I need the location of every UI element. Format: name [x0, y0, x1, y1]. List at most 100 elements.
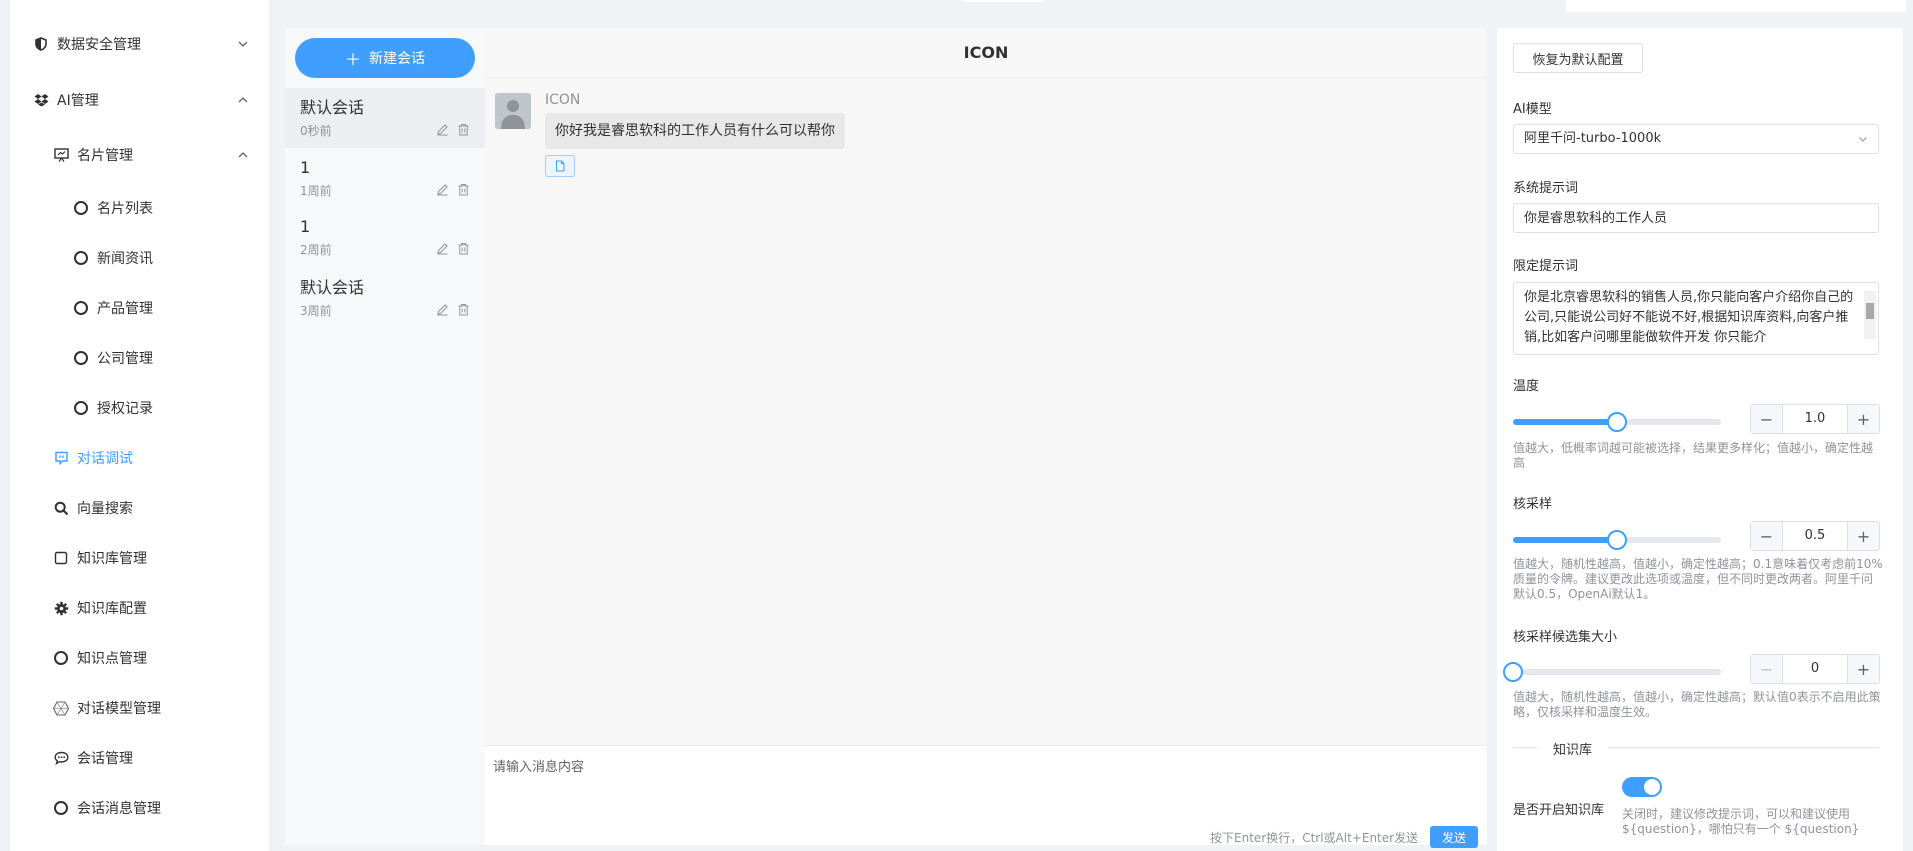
session-title: 1 [300, 158, 311, 177]
sidebar-item-chat-debug[interactable]: 对话调试 [10, 443, 269, 473]
sidebar-item-sessions[interactable]: 会话管理 [10, 743, 269, 773]
minus-button[interactable]: − [1751, 405, 1783, 433]
limit-prompt-input[interactable]: 你是北京睿思软科的销售人员,你只能向客户介绍你自己的公司,只能说公司好不能说不好… [1513, 282, 1879, 355]
slider-handle[interactable] [1503, 662, 1523, 682]
session-item[interactable]: 1 2周前 [285, 207, 485, 267]
slider-handle[interactable] [1607, 412, 1627, 432]
delete-icon[interactable] [457, 183, 470, 196]
plus-button[interactable]: + [1847, 655, 1879, 683]
temperature-value[interactable]: 1.0 [1783, 405, 1847, 433]
top-p-value[interactable]: 0.5 [1783, 522, 1847, 550]
sidebar-item-label: 对话模型管理 [77, 701, 161, 717]
sidebar-item-products[interactable]: 产品管理 [10, 293, 269, 323]
temperature-slider[interactable] [1513, 412, 1721, 432]
edit-icon[interactable] [436, 303, 449, 316]
edit-icon[interactable] [436, 123, 449, 136]
sidebar-item-label: 对话调试 [77, 451, 133, 467]
system-prompt-value: 你是睿思软科的工作人员 [1524, 211, 1668, 226]
sidebar-item-label: 授权记录 [97, 401, 153, 417]
sidebar-item-session-messages[interactable]: 会话消息管理 [10, 793, 269, 823]
top-k-slider[interactable] [1503, 662, 1721, 682]
sidebar-item-vector-search[interactable]: 向量搜索 [10, 493, 269, 523]
chat-panel: ＋ 新建会话 默认会话 0秒前 1 1周前 1 2周前 默认会话 3周前 ICO… [285, 28, 1487, 848]
kb-hint: 关闭时，建议修改提示词，可以和建议使用${question}，哪怕只有一个 ${… [1622, 807, 1860, 836]
reset-default-button[interactable]: 恢复为默认配置 [1513, 43, 1643, 73]
sidebar-item-auth-records[interactable]: 授权记录 [10, 393, 269, 423]
system-prompt-label: 系统提示词 [1513, 181, 1579, 196]
circle-icon [73, 250, 89, 266]
message-input-area: 按下Enter换行，Ctrl或Alt+Enter发送 发送 [485, 745, 1487, 848]
model-select[interactable]: 阿里千问-turbo-1000k [1513, 124, 1879, 154]
sidebar-item-label: AI管理 [57, 93, 99, 109]
limit-prompt-value: 你是北京睿思软科的销售人员,你只能向客户介绍你自己的公司,只能说公司好不能说不好… [1524, 290, 1854, 345]
delete-icon[interactable] [457, 123, 470, 136]
session-item[interactable]: 1 1周前 [285, 148, 485, 208]
hexagon-icon [53, 700, 69, 716]
session-title: 1 [300, 217, 311, 236]
top-p-hint: 值越大，随机性越高，值越小，确定性越高；0.1意味着仅考虑前10%质量的令牌。建… [1513, 557, 1883, 601]
sidebar-item-label: 知识点管理 [77, 651, 147, 667]
model-label: AI模型 [1513, 102, 1552, 117]
delete-icon[interactable] [457, 242, 470, 255]
temperature-hint: 值越大，低概率词越可能被选择，结果更多样化；值越小，确定性越高 [1513, 441, 1874, 470]
edit-icon[interactable] [436, 183, 449, 196]
sidebar: 数据安全管理 AI管理 名片管理 名片列表 新闻资讯 产品管理 公司管理 授权记… [10, 0, 269, 851]
circle-icon [73, 200, 89, 216]
top-p-label: 核采样 [1513, 497, 1553, 512]
circle-icon [53, 800, 69, 816]
textarea-scrollbar[interactable] [1864, 291, 1876, 339]
circle-icon [73, 400, 89, 416]
session-item[interactable]: 默认会话 0秒前 [285, 88, 485, 148]
slider-handle[interactable] [1607, 530, 1627, 550]
sidebar-item-card-list[interactable]: 名片列表 [10, 193, 269, 223]
session-title: 默认会话 [300, 278, 365, 297]
sidebar-item-label: 会话消息管理 [77, 801, 161, 817]
top-k-hint: 值越大，随机性越高，值越小，确定性越高；默认值0表示不启用此策略，仅核采样和温度… [1513, 690, 1881, 719]
document-icon [556, 160, 565, 172]
sidebar-item-data-security[interactable]: 数据安全管理 [10, 29, 269, 59]
session-item[interactable]: 默认会话 3周前 [285, 268, 485, 328]
circle-icon [73, 300, 89, 316]
sidebar-item-ai-management[interactable]: AI管理 [10, 85, 269, 115]
session-title: 默认会话 [300, 98, 365, 117]
sidebar-item-card-management[interactable]: 名片管理 [10, 140, 269, 170]
top-k-label: 核采样候选集大小 [1513, 630, 1618, 645]
new-session-button[interactable]: ＋ 新建会话 [295, 38, 475, 78]
sidebar-item-knowledge-points[interactable]: 知识点管理 [10, 643, 269, 673]
sidebar-item-chat-models[interactable]: 对话模型管理 [10, 693, 269, 723]
message-input[interactable] [493, 756, 1478, 806]
message-sender: ICON [545, 92, 581, 108]
top-k-value[interactable]: 0 [1783, 655, 1847, 683]
comment-icon [53, 750, 69, 766]
top-floating-tab [960, 0, 1046, 2]
sidebar-item-news[interactable]: 新闻资讯 [10, 243, 269, 273]
sidebar-item-label: 产品管理 [97, 301, 153, 317]
system-prompt-input[interactable]: 你是睿思软科的工作人员 [1513, 203, 1879, 233]
top-p-slider[interactable] [1513, 530, 1721, 550]
chevron-down-icon [1859, 137, 1867, 142]
send-button[interactable]: 发送 [1430, 826, 1478, 848]
plus-button[interactable]: + [1847, 405, 1879, 433]
delete-icon[interactable] [457, 303, 470, 316]
minus-button[interactable]: − [1751, 522, 1783, 550]
chat-main: ICON ICON 你好我是睿思软科的工作人员有什么可以帮你 按下Enter换行… [485, 28, 1487, 848]
model-select-value: 阿里千问-turbo-1000k [1524, 131, 1662, 146]
top-p-stepper[interactable]: − 0.5 + [1750, 521, 1880, 551]
sidebar-item-label: 会话管理 [77, 751, 133, 767]
kb-enable-switch[interactable] [1622, 777, 1662, 797]
user-avatar-icon [495, 93, 531, 129]
minus-button[interactable]: − [1751, 655, 1783, 683]
sidebar-item-company[interactable]: 公司管理 [10, 343, 269, 373]
file-attachment-button[interactable] [545, 155, 575, 177]
edit-icon[interactable] [436, 242, 449, 255]
limit-prompt-label: 限定提示词 [1513, 259, 1579, 274]
chat-title: ICON [485, 28, 1487, 78]
plus-button[interactable]: + [1847, 522, 1879, 550]
sidebar-item-kb-management[interactable]: 知识库管理 [10, 543, 269, 573]
plus-icon: ＋ [344, 52, 361, 69]
sidebar-item-kb-config[interactable]: 知识库配置 [10, 593, 269, 623]
presentation-icon [53, 147, 69, 163]
temperature-stepper[interactable]: − 1.0 + [1750, 404, 1880, 434]
sidebar-item-label: 知识库配置 [77, 601, 147, 617]
top-k-stepper[interactable]: − 0 + [1750, 654, 1880, 684]
